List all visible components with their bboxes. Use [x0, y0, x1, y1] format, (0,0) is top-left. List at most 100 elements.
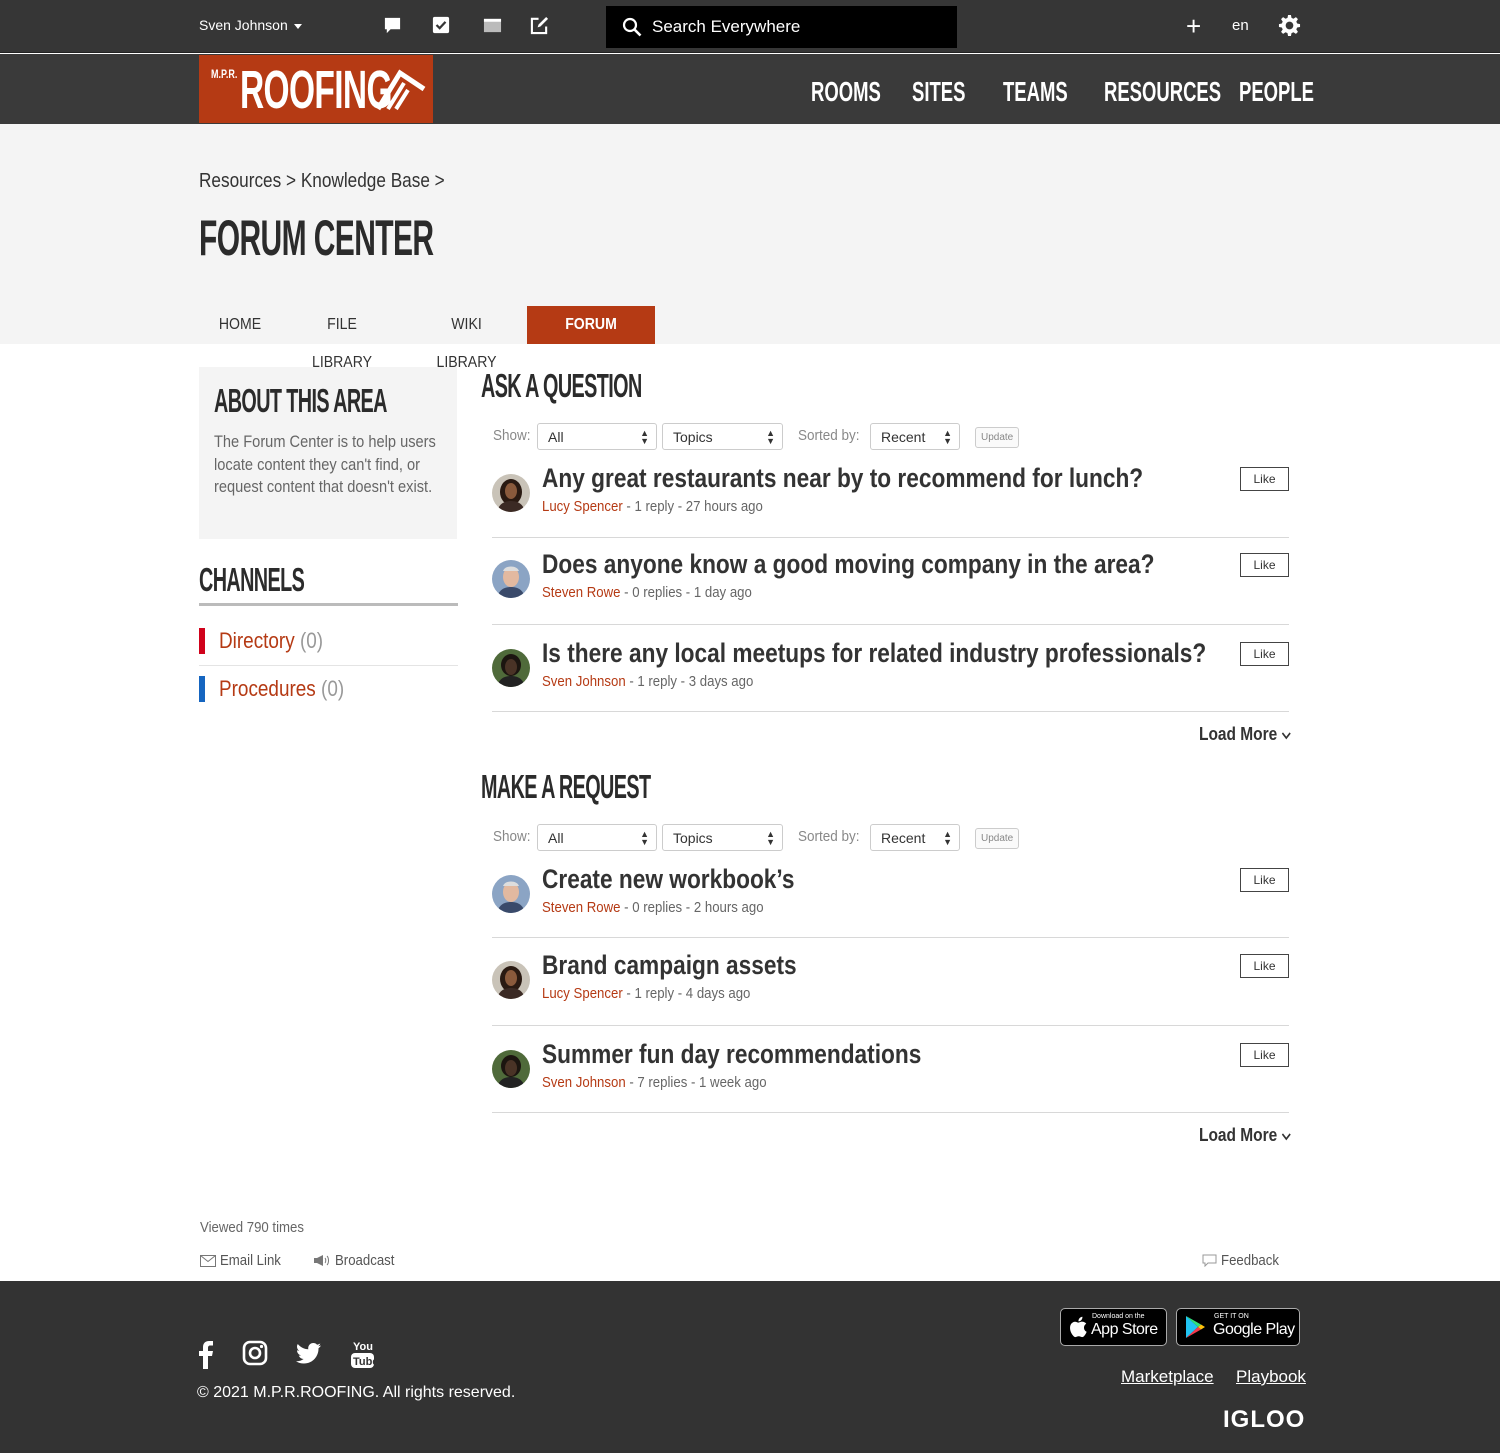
playbook-link[interactable]: Playbook	[1236, 1367, 1306, 1387]
like-button[interactable]: Like	[1240, 467, 1289, 491]
divider	[492, 537, 1289, 538]
divider	[492, 937, 1289, 938]
google-play-icon	[1186, 1316, 1205, 1338]
show-select[interactable]: All ▲ ▼	[537, 423, 657, 450]
breadcrumb[interactable]: Resources > Knowledge Base >	[199, 170, 445, 193]
nav-teams[interactable]: TEAMS	[1003, 76, 1068, 108]
instagram-icon[interactable]	[242, 1340, 268, 1366]
google-play-badge[interactable]: GET IT ON Google Play	[1176, 1308, 1300, 1346]
update-button[interactable]: Update	[975, 427, 1020, 448]
avatar[interactable]	[492, 560, 530, 598]
channel-directory[interactable]: Directory (0)	[199, 628, 458, 673]
post-info: - 1 reply - 27 hours ago	[622, 498, 763, 515]
show-select[interactable]: All ▲ ▼	[537, 824, 657, 851]
post-author[interactable]: Lucy Spencer	[542, 985, 623, 1002]
megaphone-icon	[314, 1255, 329, 1266]
channel-procedures[interactable]: Procedures (0)	[199, 676, 458, 721]
divider	[199, 665, 458, 666]
chat-icon[interactable]	[383, 16, 403, 36]
sort-select[interactable]: Recent ▲ ▼	[870, 423, 960, 450]
post-author[interactable]: Sven Johnson	[542, 1074, 626, 1091]
channel-name[interactable]: Directory	[219, 628, 295, 653]
user-menu[interactable]: Sven Johnson	[199, 17, 302, 33]
post-author[interactable]: Steven Rowe	[542, 584, 621, 601]
update-button[interactable]: Update	[975, 828, 1020, 849]
load-more-button[interactable]: Load More	[1199, 724, 1291, 745]
like-button[interactable]: Like	[1240, 954, 1289, 978]
like-button[interactable]: Like	[1240, 642, 1289, 666]
marketplace-link[interactable]: Marketplace	[1121, 1367, 1214, 1387]
like-button[interactable]: Like	[1240, 868, 1289, 892]
igloo-logo: IGLOO	[1223, 1406, 1306, 1433]
tab-wiki-library[interactable]: WIKI LIBRARY	[411, 306, 522, 371]
avatar[interactable]	[492, 649, 530, 687]
post-author[interactable]: Sven Johnson	[542, 673, 626, 690]
topics-select[interactable]: Topics ▲ ▼	[662, 423, 783, 450]
post-author[interactable]: Steven Rowe	[542, 899, 621, 916]
gear-icon[interactable]	[1278, 14, 1301, 42]
nav-resources[interactable]: RESOURCES	[1104, 76, 1221, 108]
app-store-badge[interactable]: Download on the App Store	[1060, 1308, 1167, 1346]
channel-count: (0)	[299, 628, 324, 653]
avatar[interactable]	[492, 875, 530, 913]
sort-select[interactable]: Recent ▲ ▼	[870, 824, 960, 851]
post-title[interactable]: Summer fun day recommendations	[542, 1037, 921, 1071]
like-button[interactable]: Like	[1240, 1043, 1289, 1067]
like-button[interactable]: Like	[1240, 553, 1289, 577]
divider	[492, 1112, 1289, 1113]
email-link-button[interactable]: Email Link	[200, 1252, 289, 1269]
channel-count: (0)	[321, 676, 345, 701]
channels-title: CHANNELS	[199, 561, 305, 598]
sorted-label: Sorted by:	[798, 427, 860, 444]
post-title[interactable]: Create new workbook’s	[542, 862, 794, 896]
list-item: Is there any local meetups for related i…	[492, 633, 1289, 721]
google-play-small-text: GET IT ON	[1214, 1313, 1249, 1320]
sorted-label: Sorted by:	[798, 828, 860, 845]
search-input[interactable]	[652, 14, 942, 40]
youtube-icon[interactable]: You Tube	[350, 1339, 375, 1369]
main-nav: M.P.R. ROOFING ROOMS SITES TEAMS RESOURC…	[0, 54, 1500, 124]
nav-rooms[interactable]: ROOMS	[811, 76, 881, 108]
post-author[interactable]: Lucy Spencer	[542, 498, 623, 515]
section-title-requests: MAKE A REQUEST	[481, 768, 651, 805]
post-title[interactable]: Is there any local meetups for related i…	[542, 636, 1206, 670]
task-icon[interactable]	[432, 16, 452, 36]
avatar[interactable]	[492, 474, 530, 512]
channel-color-bar	[199, 628, 205, 654]
post-title[interactable]: Does anyone know a good moving company i…	[542, 547, 1154, 581]
add-icon[interactable]: +	[1186, 11, 1201, 41]
post-title[interactable]: Any great restaurants near by to recomme…	[542, 461, 1143, 495]
broadcast-button[interactable]: Broadcast	[313, 1252, 403, 1269]
search-bar	[606, 6, 957, 48]
nav-people[interactable]: PEOPLE	[1239, 76, 1314, 108]
load-more-button[interactable]: Load More	[1199, 1125, 1291, 1146]
facebook-icon[interactable]	[198, 1341, 214, 1369]
twitter-icon[interactable]	[296, 1343, 321, 1364]
avatar[interactable]	[492, 1050, 530, 1088]
language-selector[interactable]: en	[1232, 17, 1249, 34]
tab-forum-center[interactable]: FORUM CENTER	[527, 306, 655, 371]
channel-name[interactable]: Procedures	[219, 676, 316, 701]
topics-select[interactable]: Topics ▲ ▼	[662, 824, 783, 851]
brand-logo[interactable]: M.P.R. ROOFING	[199, 55, 433, 123]
apple-icon	[1070, 1316, 1087, 1338]
post-title[interactable]: Brand campaign assets	[542, 948, 797, 982]
tab-file-library[interactable]: FILE LIBRARY	[287, 306, 397, 371]
chevron-down-icon	[1281, 732, 1291, 740]
app-store-small-text: Download on the	[1092, 1313, 1145, 1320]
feedback-button[interactable]: Feedback	[1202, 1252, 1287, 1269]
tab-home[interactable]: HOME	[205, 306, 269, 344]
list-item: Any great restaurants near by to recomme…	[492, 458, 1289, 546]
avatar[interactable]	[492, 961, 530, 999]
view-count: Viewed 790 times	[200, 1219, 304, 1236]
post-info: - 7 replies - 1 week ago	[625, 1074, 767, 1091]
nav-sites[interactable]: SITES	[912, 76, 965, 108]
inbox-icon[interactable]	[483, 16, 503, 36]
roof-mark-icon	[376, 69, 426, 111]
user-name: Sven Johnson	[199, 17, 288, 33]
compose-icon[interactable]	[530, 16, 550, 36]
list-item: Create new workbook’s Steven Rowe - 0 re…	[492, 859, 1289, 947]
google-play-big-text: Google Play	[1213, 1321, 1295, 1338]
copyright: © 2021 M.P.R.ROOFING. All rights reserve…	[197, 1384, 516, 1401]
post-info: - 0 replies - 1 day ago	[620, 584, 752, 601]
